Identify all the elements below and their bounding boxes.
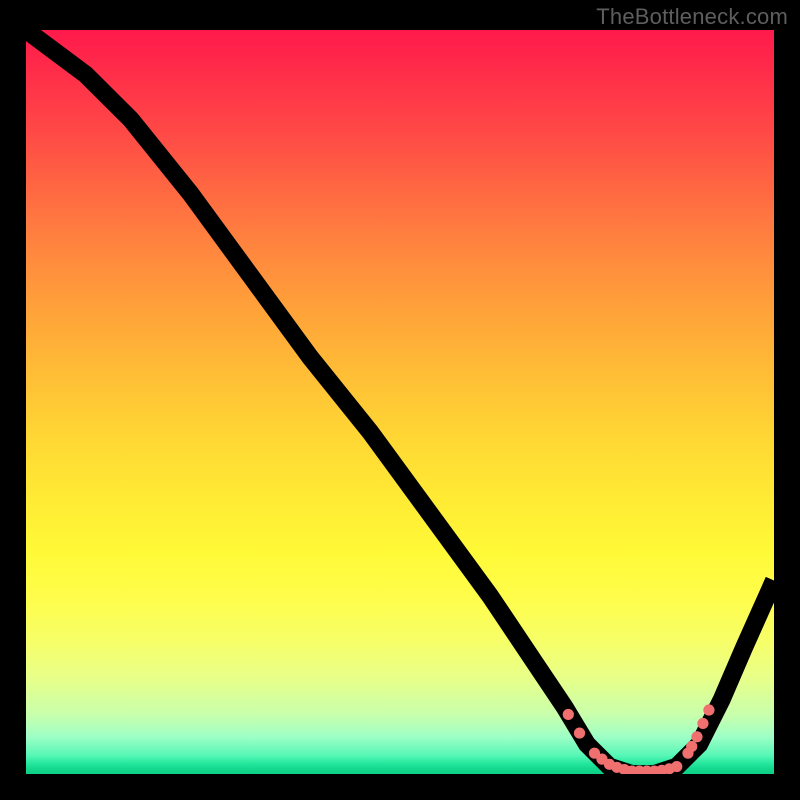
chart-frame: TheBottleneck.com: [0, 0, 800, 800]
highlight-dot: [691, 731, 702, 742]
highlight-dot: [563, 709, 574, 720]
highlight-dot: [671, 761, 682, 772]
bottleneck-curve: [26, 30, 774, 774]
highlight-dot: [703, 704, 714, 715]
chart-svg-layer: [26, 30, 774, 774]
highlight-dot: [686, 741, 697, 752]
plot-area: [26, 30, 774, 774]
highlight-dot: [697, 718, 708, 729]
highlight-dot: [574, 728, 585, 739]
watermark-text: TheBottleneck.com: [596, 4, 788, 30]
